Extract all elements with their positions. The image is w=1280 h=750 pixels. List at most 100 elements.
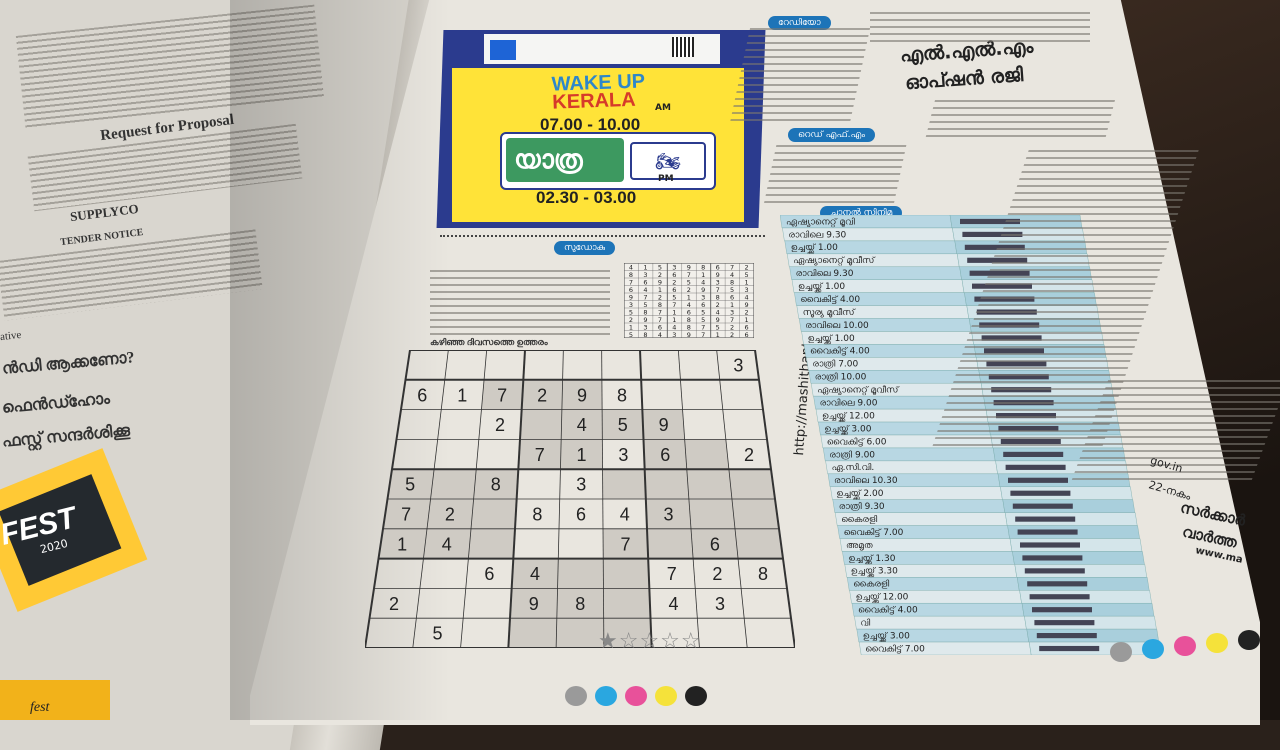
sudoku-digit: 8 [532,504,542,524]
sudoku-digit: 6 [484,564,494,584]
sudoku-digit: 5 [433,624,443,644]
tv-time-label: രാത്രി 9.00 [829,449,875,460]
tv-time-label: വൈകിട്ട് 4.00 [810,346,870,357]
sudoku-digit: 3 [664,504,674,524]
tv-time-label: ഉച്ചയ്ക്ക് 1.00 [808,333,855,344]
tv-time-label: ഏഷ്യാനെറ്റ് മൂവീസ് [793,255,875,266]
sudoku-shaded-cell [647,528,694,559]
sudoku-digit: 2 [712,564,722,584]
sudoku-shaded-cell [430,469,477,499]
tv-time-label: ഉച്ചയ്ക്ക് 1.00 [798,281,845,292]
sudoku-digit: 4 [577,415,587,435]
sudoku-digit: 8 [575,594,585,614]
print-color-mark [1206,633,1228,653]
pm-label: PM [658,174,674,184]
tv-time-label: ഏഷ്യാനെറ്റ് മൂവി [786,216,855,227]
tv-time-label: സൂര്യ മൂവീസ് [803,307,856,318]
tv-movie-title [1027,581,1088,587]
red-fm-schedule [763,145,907,205]
am-label: AM [655,103,671,113]
sudoku-shaded-cell [520,409,562,440]
solution-digit: 5 [629,331,633,338]
solution-digit: 9 [687,331,691,338]
sudoku-digit: 2 [389,594,399,614]
sudoku-shaded-cell [684,439,729,470]
sudoku-digit: 3 [576,475,586,495]
sudoku-digit: 7 [620,534,630,554]
tv-time-label: ഏഷ്യാനെറ്റ് മൂവീസ് [817,385,899,396]
tv-time-label: രാവിലെ 10.00 [805,320,869,331]
tv-time-label: ഉച്ചയ്ക്ക് 2.00 [836,488,883,499]
tv-time-label: കൈരളി [841,514,877,525]
sudoku-shaded-cell [688,499,735,529]
tv-time-label: രാവിലെ 10.30 [834,475,898,486]
tv-time-label: വൈകിട്ട് 4.00 [800,294,860,305]
tv-time-label: വൈകിട്ട് 7.00 [844,527,904,538]
sudoku-shaded-cell [686,469,732,499]
tv-time-label: വൈകിട്ട് 6.00 [827,436,887,447]
sudoku-shaded-cell [557,558,604,589]
tv-movie-title [1029,594,1090,600]
sudoku-digit: 6 [710,534,720,554]
tv-movie-title [1005,464,1066,470]
tv-time-label: ഉച്ചയ്ക്ക് 3.00 [824,423,871,434]
wake-up-kerala-logo: WAKE UP KERALA [551,70,646,113]
article-text [870,12,1090,42]
sudoku-digit: 6 [417,385,427,405]
sudoku-shaded-cell [644,469,689,499]
solution-digit: 2 [730,331,734,338]
tv-movie-title [1015,516,1076,522]
sudoku-digit: 8 [491,475,501,495]
tv-movie-title [1012,503,1073,509]
bottom-yellow-banner [0,680,110,720]
sudoku-badge: സുഡോകു [554,241,615,255]
sudoku-digit: 2 [744,445,754,465]
print-color-mark [565,686,587,706]
tv-time-label: ഏ.സി.വി. [832,462,875,473]
sudoku-digit: 2 [495,415,505,435]
previous-solution-grid: 4153986728326719457692543816416297539725… [623,262,755,339]
print-color-mark [625,686,647,706]
tv-row-left [854,615,1027,630]
sudoku-digit: 8 [617,385,627,405]
sudoku-digit: 3 [715,594,725,614]
sudoku-digit: 9 [659,415,669,435]
sudoku-digit: 3 [733,355,743,375]
sudoku-digit: 6 [576,504,586,524]
tv-time-label: കൈരളി [853,579,889,590]
sudoku-digit: 1 [457,385,467,405]
sudoku-digit: 3 [618,445,628,465]
print-color-mark [1142,639,1164,659]
sudoku-digit: 4 [442,534,452,554]
tv-movie-title [1003,451,1064,457]
channel-logo-icon [490,40,516,60]
solution-digit: 1 [716,331,720,338]
print-color-mark [1174,636,1196,656]
sudoku-digit: 2 [537,385,547,405]
qr-code-icon [672,37,694,57]
tv-movie-title [1036,633,1097,639]
tv-movie-title [1034,620,1095,626]
tv-time-label: ഉച്ചയ്ക്ക് 3.30 [851,566,898,577]
difficulty-stars: ★☆☆☆☆ [598,629,702,654]
print-color-mark [685,686,707,706]
tv-time-label: രാവിലെ 9.00 [820,397,878,408]
sudoku-digit: 7 [667,564,677,584]
tv-movie-title [1032,607,1092,613]
sudoku-shaded-cell [508,618,557,648]
sudoku-digit: 4 [668,594,678,614]
article-text [925,100,1115,140]
sudoku-shaded-cell [735,528,783,559]
tv-time-label: ഉച്ചയ്ക്ക് 3.00 [863,630,910,641]
sudoku-shaded-cell [603,588,651,619]
tv-movie-title [1020,542,1080,548]
tv-time-label: ഉച്ചയ്ക്ക് 1.00 [791,242,838,253]
sudoku-digit: 5 [405,475,415,495]
tv-movie-title [1024,568,1085,574]
tv-time-label: ഉച്ചയ്ക്ക് 12.00 [822,410,875,421]
previous-answer-label: കഴിഞ്ഞ ദിവസത്തെ ഉത്തരം [430,337,548,347]
tv-time-label: ഉച്ചയ്ക്ക് 12.00 [856,592,909,603]
tv-time-label: ഉച്ചയ്ക്ക് 1.30 [848,553,895,564]
sudoku-digit: 2 [445,504,455,524]
sudoku-shaded-cell [728,469,775,499]
